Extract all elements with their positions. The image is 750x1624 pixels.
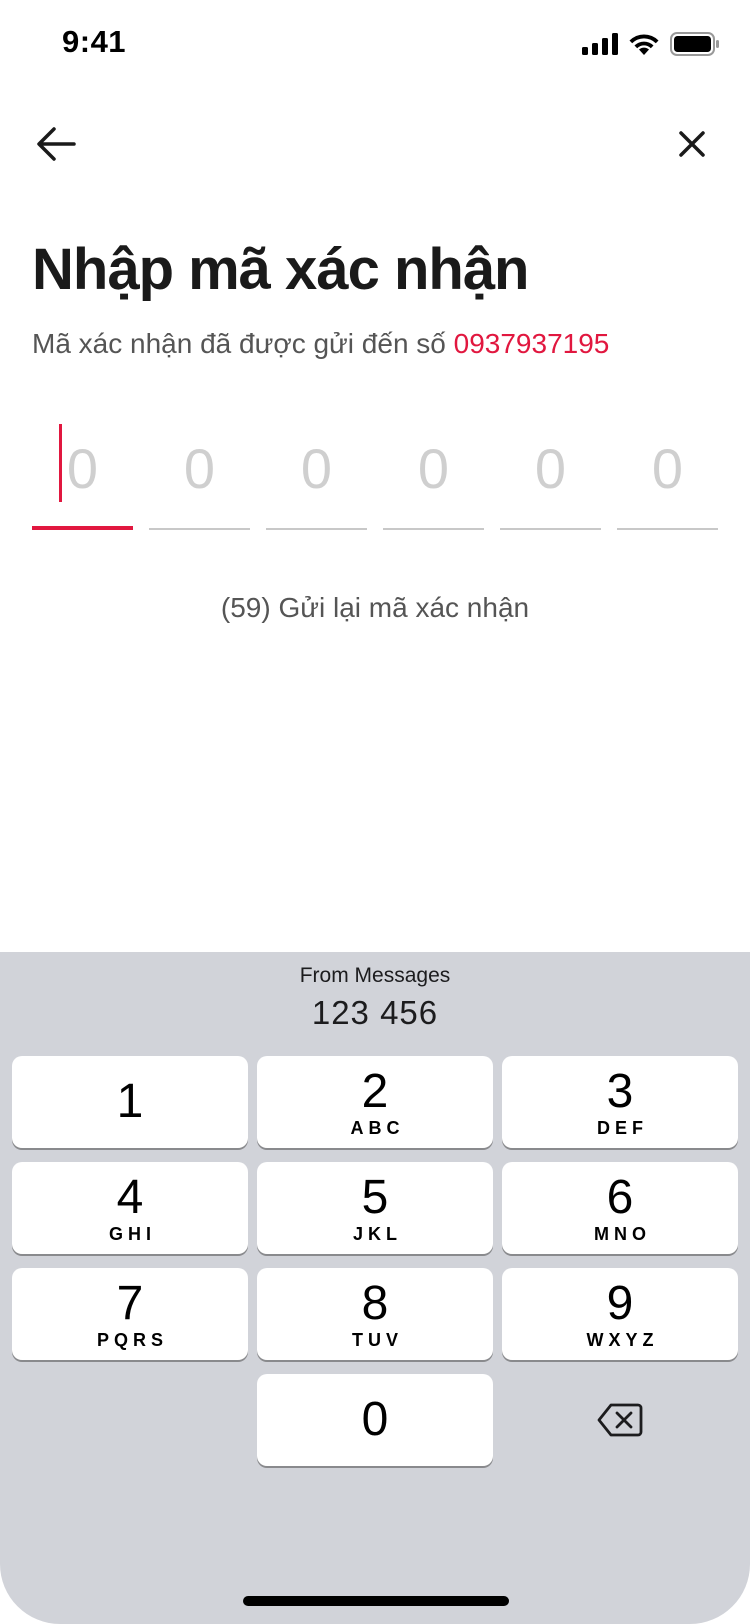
- key-6[interactable]: 6 MNO: [502, 1162, 738, 1254]
- key-7[interactable]: 7 PQRS: [12, 1268, 248, 1360]
- wifi-icon: [629, 33, 659, 55]
- key-1[interactable]: 1: [12, 1056, 248, 1148]
- otp-digit-1[interactable]: 0: [32, 412, 133, 530]
- otp-placeholder: 0: [651, 437, 684, 500]
- status-icons: [582, 32, 720, 56]
- subtitle: Mã xác nhận đã được gửi đến số 093793719…: [32, 328, 609, 360]
- key-number: 3: [606, 1065, 634, 1118]
- key-letters: MNO: [594, 1224, 651, 1244]
- phone-number: 0937937195: [453, 328, 610, 359]
- otp-digit-5[interactable]: 0: [500, 412, 601, 530]
- key-5[interactable]: 5 JKL: [257, 1162, 493, 1254]
- key-letters: DEF: [597, 1118, 648, 1138]
- key-number: 1: [116, 1075, 144, 1128]
- close-button[interactable]: [668, 120, 716, 168]
- key-8[interactable]: 8 TUV: [257, 1268, 493, 1360]
- autofill-suggestion-label: From Messages: [299, 964, 451, 987]
- otp-placeholder: 0: [183, 437, 216, 500]
- key-number: 9: [606, 1277, 634, 1330]
- key-4[interactable]: 4 GHI: [12, 1162, 248, 1254]
- key-9[interactable]: 9 WXYZ: [502, 1268, 738, 1360]
- otp-placeholder: 0: [300, 437, 333, 500]
- status-bar: 9:41: [0, 0, 750, 90]
- key-letters: PQRS: [96, 1330, 168, 1350]
- otp-digit-4[interactable]: 0: [383, 412, 484, 530]
- otp-digit-2[interactable]: 0: [149, 412, 250, 530]
- key-number: 4: [116, 1171, 144, 1224]
- numeric-keyboard: From Messages 123 456 1 2 ABC 3 DEF 4 GH…: [0, 952, 750, 1624]
- text-cursor: [59, 424, 62, 502]
- delete-key[interactable]: [502, 1374, 738, 1466]
- key-number: 8: [361, 1277, 389, 1330]
- page-title: Nhập mã xác nhận: [32, 237, 529, 302]
- autofill-suggestion-code[interactable]: 123 456: [0, 994, 750, 1032]
- otp-placeholder: 0: [66, 437, 99, 500]
- key-letters: WXYZ: [586, 1330, 659, 1350]
- key-number: 0: [361, 1393, 389, 1446]
- otp-input-group: 0 0 0 0 0 0: [32, 412, 718, 530]
- back-button[interactable]: [32, 120, 80, 168]
- arrow-left-icon: [37, 127, 76, 161]
- key-letters: GHI: [108, 1224, 156, 1244]
- key-number: 2: [361, 1065, 389, 1118]
- key-letters: JKL: [352, 1224, 402, 1244]
- backspace-icon: [597, 1403, 643, 1437]
- home-indicator[interactable]: [243, 1596, 509, 1606]
- otp-placeholder: 0: [534, 437, 567, 500]
- otp-digit-3[interactable]: 0: [266, 412, 367, 530]
- key-number: 7: [116, 1277, 144, 1330]
- battery-icon: [670, 32, 719, 56]
- key-0[interactable]: 0: [257, 1374, 493, 1466]
- key-2[interactable]: 2 ABC: [257, 1056, 493, 1148]
- key-3[interactable]: 3 DEF: [502, 1056, 738, 1148]
- cellular-signal-icon: [582, 33, 618, 55]
- status-time: 9:41: [62, 24, 127, 59]
- otp-placeholder: 0: [417, 437, 450, 500]
- otp-digit-6[interactable]: 0: [617, 412, 718, 530]
- key-letters: ABC: [350, 1118, 405, 1138]
- nav-bar: [0, 110, 750, 180]
- resend-code-link[interactable]: (59) Gửi lại mã xác nhận: [0, 592, 750, 624]
- subtitle-text: Mã xác nhận đã được gửi đến số: [32, 328, 454, 359]
- close-icon: [679, 131, 705, 157]
- key-number: 6: [606, 1171, 634, 1224]
- key-letters: TUV: [352, 1330, 403, 1350]
- key-number: 5: [361, 1171, 389, 1224]
